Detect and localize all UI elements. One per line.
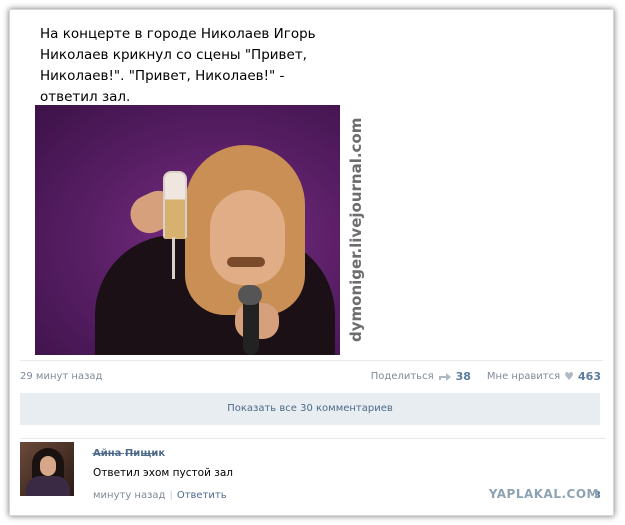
like-count: 463 bbox=[578, 370, 601, 383]
reply-button[interactable]: Ответить bbox=[177, 490, 227, 501]
share-label: Поделиться bbox=[370, 371, 434, 382]
heart-icon: ♥ bbox=[564, 369, 575, 383]
avatar[interactable] bbox=[20, 442, 74, 496]
comment-divider bbox=[20, 438, 605, 439]
photo-watermark: dymoniger.livejournal.com bbox=[347, 117, 365, 343]
post-text: На концерте в городе Николаев Игорь Нико… bbox=[40, 26, 316, 105]
comment-author[interactable]: А̶й̶н̶а̶ ̶П̶и̶щ̶и̶к bbox=[93, 448, 165, 459]
like-label: Мне нравится bbox=[486, 371, 561, 382]
comment-text: Ответил эхом пустой зал bbox=[93, 467, 233, 479]
meta-separator: | bbox=[169, 490, 173, 501]
comment-time[interactable]: минуту назад bbox=[93, 490, 165, 501]
post-card: На концерте в городе Николаев Игорь Нико… bbox=[9, 9, 614, 516]
comment-meta: минуту назад | Ответить bbox=[93, 490, 227, 501]
share-button[interactable]: Поделиться 38 bbox=[371, 370, 471, 383]
show-all-comments-button[interactable]: Показать все 30 комментариев bbox=[20, 393, 600, 425]
like-button[interactable]: Мне нравится ♥ 463 bbox=[487, 370, 601, 383]
post-time[interactable]: 29 минут назад bbox=[20, 371, 102, 382]
share-count: 38 bbox=[455, 370, 471, 383]
post-photo[interactable] bbox=[35, 105, 340, 355]
share-icon bbox=[438, 373, 451, 381]
post-actions: Поделиться 38 Мне нравится ♥ 463 bbox=[355, 370, 601, 383]
post-divider bbox=[20, 360, 603, 361]
site-watermark: YAPLAKAL.COM bbox=[488, 487, 599, 501]
